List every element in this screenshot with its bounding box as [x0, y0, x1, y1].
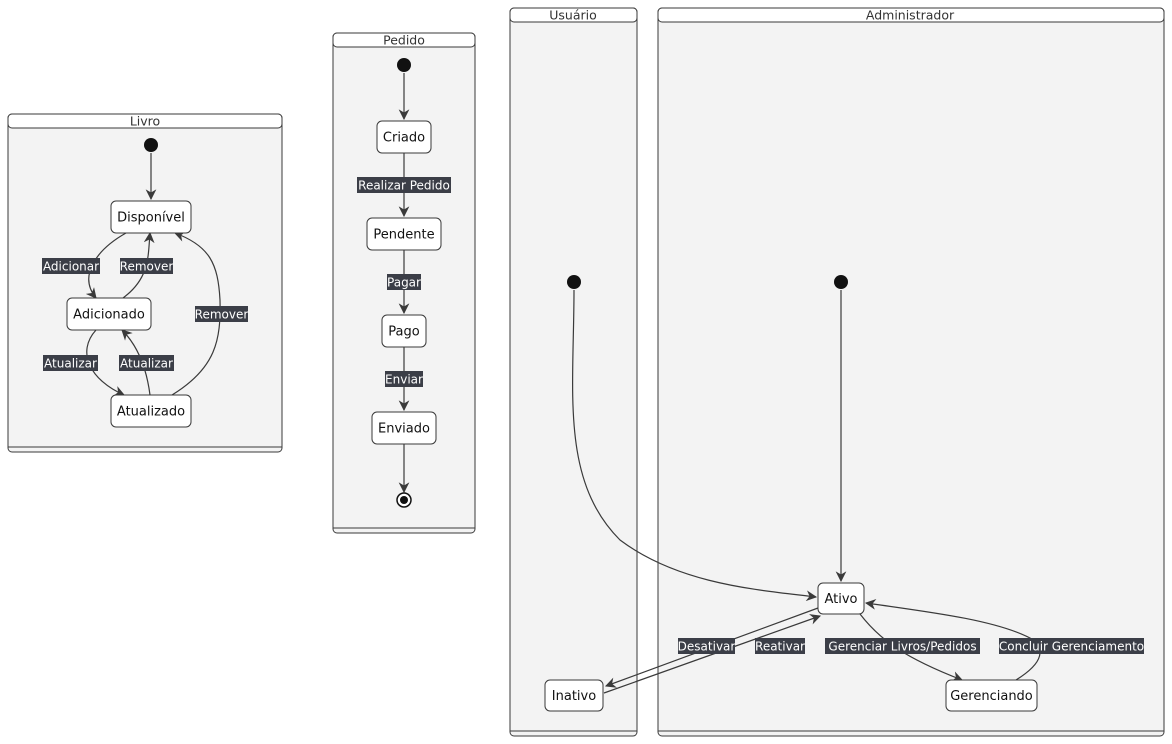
state-label-disponivel: Disponível [117, 211, 185, 226]
transition-label-reativar: Reativar [755, 638, 805, 654]
svg-text:Remover: Remover [195, 308, 249, 322]
transition-label-adicionar: Adicionar [42, 258, 100, 274]
transition-label-atualizar-2: Atualizar [119, 355, 174, 371]
cluster-title-livro: Livro [130, 114, 160, 129]
state-label-ativo: Ativo [824, 592, 857, 607]
svg-text:Reativar: Reativar [755, 640, 805, 654]
state-label-enviado: Enviado [378, 422, 430, 437]
svg-text:Concluir Gerenciamento: Concluir Gerenciamento [999, 640, 1144, 654]
svg-text:Atualizar: Atualizar [44, 357, 97, 371]
state-label-criado: Criado [383, 131, 425, 146]
state-disponivel[interactable]: Disponível [110, 200, 192, 234]
svg-text:Pagar: Pagar [387, 276, 421, 290]
cluster-administrador: Administrador [657, 7, 1165, 737]
cluster-title-pedido: Pedido [383, 33, 425, 48]
transition-label-remover-2: Remover [195, 306, 249, 322]
svg-text:Remover: Remover [120, 260, 174, 274]
state-label-gerenciando: Gerenciando [950, 689, 1033, 704]
transition-label-realizar-pedido: Realizar Pedido [357, 177, 451, 193]
state-label-pago: Pago [388, 325, 419, 340]
cluster-usuario: Usuário [509, 7, 638, 737]
state-adicionado[interactable]: Adicionado [66, 297, 152, 331]
state-criado[interactable]: Criado [376, 120, 432, 154]
state-label-inativo: Inativo [552, 689, 596, 704]
transition-label-desativar: Desativar [678, 638, 736, 654]
svg-text:Desativar: Desativar [678, 640, 736, 654]
transition-label-enviar: Enviar [385, 371, 423, 387]
state-diagram: Livro Pedido Usuário Administrador Dispo… [7, 7, 1165, 737]
svg-text:Gerenciar Livros/Pedidos: Gerenciar Livros/Pedidos [828, 640, 976, 654]
svg-text:Adicionar: Adicionar [43, 260, 99, 274]
state-enviado[interactable]: Enviado [371, 411, 437, 445]
final-state-pedido [396, 492, 412, 508]
state-label-adicionado: Adicionado [73, 308, 145, 323]
state-pendente[interactable]: Pendente [366, 217, 442, 251]
state-gerenciando[interactable]: Gerenciando [945, 679, 1038, 712]
svg-text:Atualizar: Atualizar [120, 357, 173, 371]
state-ativo[interactable]: Ativo [817, 582, 865, 615]
svg-text:Realizar Pedido: Realizar Pedido [358, 179, 450, 193]
state-label-atualizado: Atualizado [117, 405, 185, 420]
transition-label-atualizar-1: Atualizar [43, 355, 98, 371]
transition-label-gerenciar: Gerenciar Livros/Pedidos [825, 638, 980, 654]
transition-label-pagar: Pagar [387, 274, 421, 290]
transition-label-concluir: Concluir Gerenciamento [999, 638, 1144, 654]
state-label-pendente: Pendente [373, 228, 434, 243]
initial-state-pedido [397, 58, 411, 72]
cluster-title-administrador: Administrador [866, 8, 955, 23]
state-inativo[interactable]: Inativo [544, 679, 604, 712]
transition-label-remover-1: Remover [120, 258, 174, 274]
initial-state-livro [144, 138, 158, 152]
initial-state-usuario [567, 275, 581, 289]
state-pago[interactable]: Pago [381, 314, 427, 348]
state-atualizado[interactable]: Atualizado [110, 394, 192, 428]
svg-text:Enviar: Enviar [385, 373, 423, 387]
cluster-title-usuario: Usuário [549, 8, 597, 23]
initial-state-administrador [834, 275, 848, 289]
